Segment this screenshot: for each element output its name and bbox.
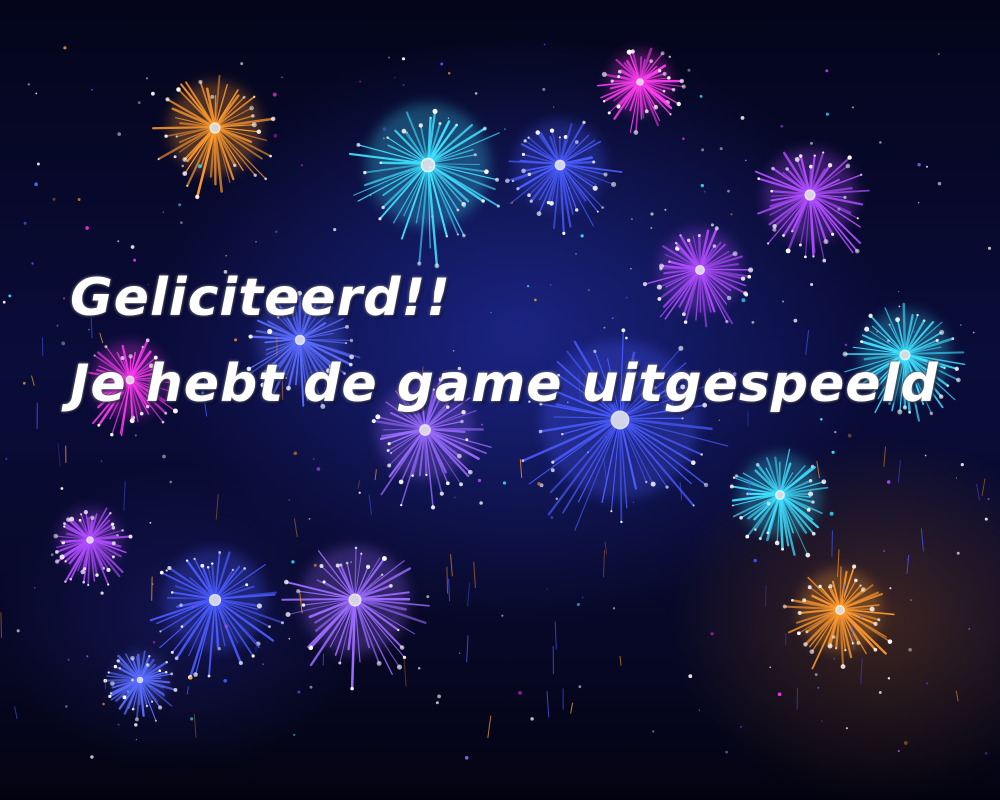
firework-burst [149,549,284,680]
firework-burst [504,120,623,235]
firework-burst [596,47,686,135]
firework-burst [103,650,178,722]
victory-message: Geliciteerd!! Je hebt de game uitgespeel… [70,272,970,410]
firework-burst [281,546,430,691]
congratulations-heading: Geliciteerd!! [70,268,451,328]
firework-burst [151,74,276,200]
celebration-screen: Geliciteerd!! Je hebt de game uitgespeel… [0,0,1000,800]
firework-burst [782,564,895,670]
firework-burst [53,507,133,587]
firework-burst [754,148,870,263]
firework-burst [729,448,829,558]
game-completed-text: Je hebt de game uitgespeeld [70,354,939,414]
firework-burst [348,103,501,269]
